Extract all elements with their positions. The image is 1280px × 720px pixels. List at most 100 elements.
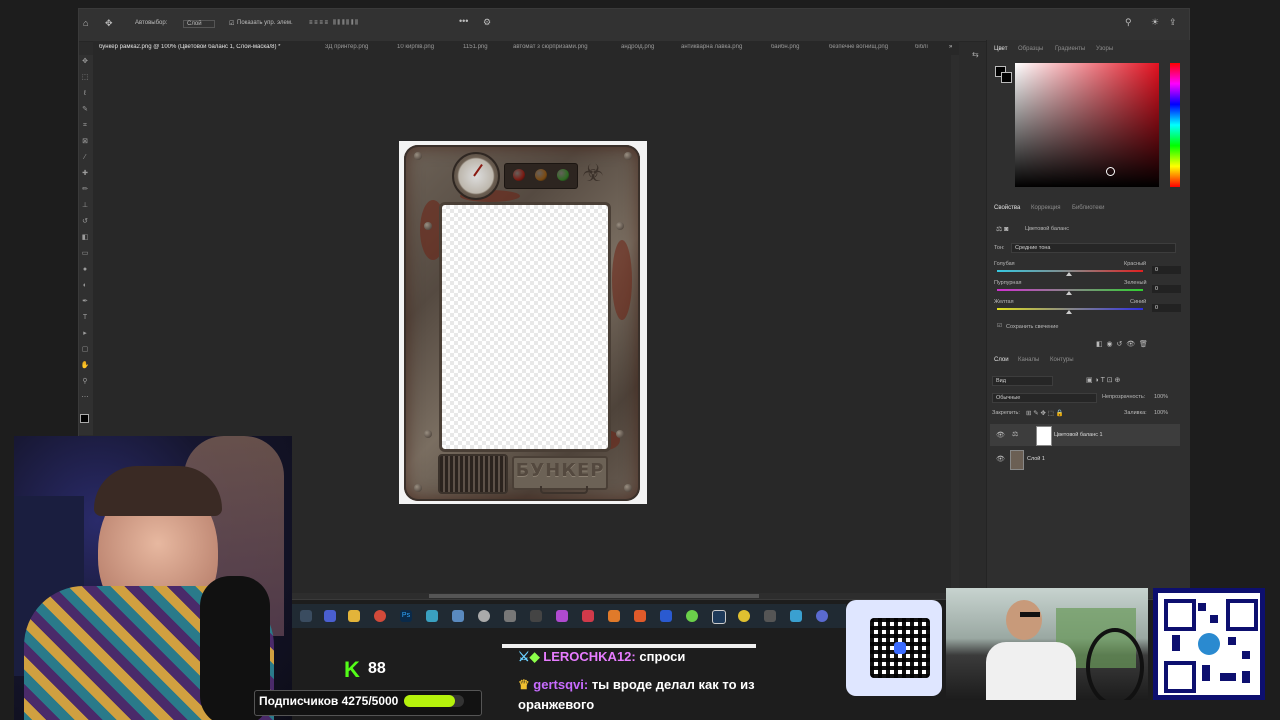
brush-tool-icon[interactable]: ✏ [80,186,90,194]
magenta-green-thumb[interactable] [1066,291,1072,295]
tone-dropdown[interactable]: Средние тона [1011,243,1176,253]
tab-paths[interactable]: Контуры [1050,357,1074,363]
vertical-scrollbar[interactable] [951,55,959,599]
app-icon[interactable] [582,610,594,622]
app-icon[interactable] [478,610,490,622]
frame-tool-icon[interactable]: ⊠ [80,138,90,146]
gradient-tool-icon[interactable]: ▭ [80,250,90,258]
tab-doc[interactable]: автомат з сюрпризами.png [513,44,607,50]
color-picker-cursor[interactable] [1106,167,1115,176]
home-icon[interactable]: ⌂ [83,18,88,28]
properties-bottom-icons[interactable]: ◧ ◉ ↺ 👁 🗑 [1096,340,1148,348]
hue-slider[interactable] [1170,63,1180,187]
light-icon[interactable]: ☀ [1151,17,1159,28]
app-icon[interactable] [530,610,542,622]
foreground-color-swatch[interactable] [80,414,89,423]
yellow-blue-value[interactable]: 0 [1152,304,1181,312]
magenta-green-value[interactable]: 0 [1152,285,1181,293]
layer-filter-dropdown[interactable]: Вид [992,376,1053,386]
apps-icon[interactable] [324,610,336,622]
app-icon[interactable] [738,610,750,622]
move-tool-icon[interactable]: ✥ [80,58,90,66]
autoselect-label[interactable]: Автовыбор: [135,20,167,26]
more-options-icon[interactable]: ••• [459,16,468,26]
tab-channels[interactable]: Каналы [1018,357,1039,363]
fill-value[interactable]: 100% [1154,410,1168,416]
tab-doc[interactable]: безпечне вогнищ.png [829,44,905,50]
eyedropper-tool-icon[interactable]: ⁄ [80,154,90,162]
chrome-icon[interactable] [374,610,386,622]
layer-thumbnail[interactable] [1010,450,1024,470]
eye-icon[interactable]: 👁 [996,431,1005,439]
eraser-tool-icon[interactable]: ◧ [80,234,90,242]
dodge-tool-icon[interactable]: ◐ [80,282,90,290]
discord-icon[interactable] [816,610,828,622]
tab-properties[interactable]: Свойства [994,205,1020,211]
settings-gear-icon[interactable]: ⚙ [483,17,491,28]
type-tool-icon[interactable]: T [80,314,90,322]
eye-icon[interactable]: 👁 [996,455,1005,463]
quick-select-tool-icon[interactable]: ✎ [80,106,90,114]
tab-layers[interactable]: Слои [994,357,1009,363]
history-brush-tool-icon[interactable]: ↺ [80,218,90,226]
tab-color[interactable]: Цвет [994,46,1007,52]
marquee-tool-icon[interactable]: ⬚ [80,74,90,82]
shape-tool-icon[interactable]: ▢ [80,346,90,354]
app-icon[interactable] [790,610,802,622]
cyan-red-thumb[interactable] [1066,272,1072,276]
explorer-icon[interactable] [348,610,360,622]
layer-name[interactable]: Слой 1 [1027,456,1045,462]
move-tool-icon[interactable]: ✥ [105,18,113,29]
layer-filter-icons[interactable]: ▣ ◑ T ⊡ ⊕ [1086,376,1120,384]
tab-doc[interactable]: байбн.png [771,44,813,50]
app-icon[interactable] [634,610,646,622]
align-icons[interactable]: ≡ ≡ ≡ ≡ ⫼ ⫼ ⫼ ⫼ ⫼ ⫼ [309,20,358,27]
show-controls-checkbox[interactable]: ☑ [229,20,234,27]
color-picker-field[interactable] [1015,63,1159,187]
app-icon[interactable] [556,610,568,622]
tab-doc[interactable]: антикварна лавка.png [681,44,759,50]
preserve-checkbox[interactable]: ☑ [997,323,1002,329]
tabs-overflow-icon[interactable]: » [949,44,952,50]
tab-active[interactable]: бункер рамка2.png @ 100% (Цветовой балан… [99,44,313,50]
share-icon[interactable]: ⇪ [1169,17,1177,28]
zoom-tool-icon[interactable]: ⚲ [80,378,90,386]
more-tools-icon[interactable]: ⋯ [80,394,90,402]
autoselect-dropdown[interactable]: Слой [183,20,215,28]
opacity-value[interactable]: 100% [1154,394,1168,400]
app-icon[interactable] [764,610,776,622]
search-icon[interactable]: ⚲ [1125,17,1132,28]
tab-adjustments[interactable]: Коррекция [1031,205,1061,211]
pen-tool-icon[interactable]: ✒ [80,298,90,306]
tab-doc[interactable]: біблі [915,44,943,50]
blend-mode-dropdown[interactable]: Обычные [992,393,1097,403]
app-icon[interactable] [452,610,464,622]
app-icon[interactable] [686,610,698,622]
crop-tool-icon[interactable]: ⌗ [80,122,90,130]
path-select-tool-icon[interactable]: ▸ [80,330,90,338]
layer-name[interactable]: Цветовой баланс 1 [1054,432,1103,438]
cyan-red-value[interactable]: 0 [1152,266,1181,274]
lock-icons[interactable]: ⊞ ✎ ✥ ⬚ 🔒 [1026,409,1064,417]
hand-tool-icon[interactable]: ✋ [80,362,90,370]
layer-mask-thumbnail[interactable] [1036,426,1052,446]
photoshop-taskbar-icon[interactable]: Ps [400,610,412,622]
layer-row[interactable]: 👁 Слой 1 [990,448,1180,470]
tab-doc[interactable]: 3Д принтер.png [325,44,383,50]
tab-doc[interactable]: андрóід.png [621,44,667,50]
app-icon[interactable] [426,610,438,622]
blur-tool-icon[interactable]: ● [80,266,90,274]
horizontal-scroll-thumb[interactable] [429,594,759,598]
app-icon[interactable] [660,610,672,622]
app-icon[interactable] [608,610,620,622]
yellow-blue-thumb[interactable] [1066,310,1072,314]
tab-swatches[interactable]: Образцы [1018,46,1043,52]
healing-tool-icon[interactable]: ✚ [80,170,90,178]
tab-libraries[interactable]: Библиотеки [1072,205,1105,211]
layer-row-selected[interactable]: 👁 ⚖ Цветовой баланс 1 [990,424,1180,446]
background-swatch[interactable] [1001,72,1012,83]
stamp-tool-icon[interactable]: ⊥ [80,202,90,210]
lasso-tool-icon[interactable]: ℓ [80,90,90,98]
taskview-icon[interactable] [300,610,312,622]
app-icon[interactable] [712,610,726,624]
